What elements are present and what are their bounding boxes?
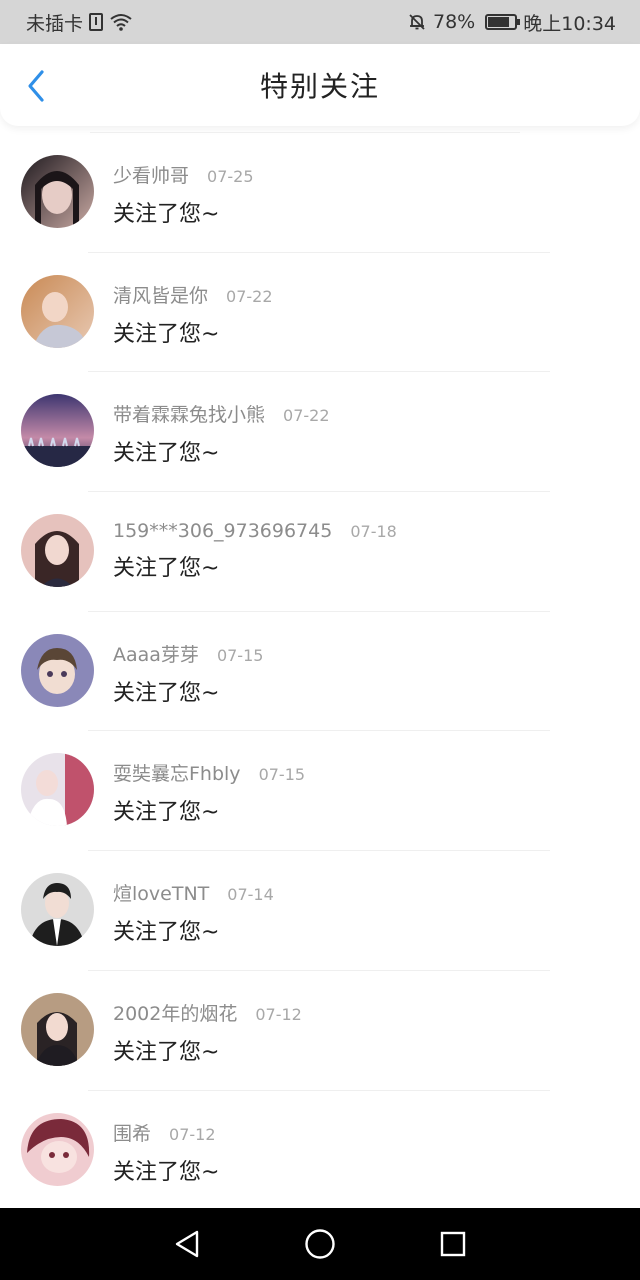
status-bar: 未插卡 78% 晚上10:34 (0, 0, 640, 44)
avatar[interactable] (21, 753, 94, 827)
follow-notification-list: 少看帅哥 07-25 关注了您~ 清风皆是你 07-22 关注了您~ 带着霖霖兔… (0, 132, 640, 1210)
list-item[interactable]: 159***306_973696745 07-18 关注了您~ (0, 492, 640, 612)
message: 关注了您~ (113, 556, 220, 582)
message: 关注了您~ (113, 441, 220, 467)
list-item[interactable]: 2002年的烟花 07-12 关注了您~ (0, 971, 640, 1091)
date: 07-18 (350, 522, 397, 542)
battery-text: 78% (433, 11, 476, 33)
avatar[interactable] (21, 394, 94, 468)
date: 07-22 (226, 286, 273, 306)
avatar[interactable] (21, 274, 94, 348)
date: 07-25 (207, 167, 254, 186)
date: 07-12 (169, 1124, 216, 1144)
user-name[interactable]: 耍奘曩忘Fhbly (113, 759, 241, 786)
list-item[interactable]: 煊loveTNT 07-14 关注了您~ (0, 851, 640, 971)
list-item[interactable]: 耍奘曩忘Fhbly 07-15 关注了您~ (0, 731, 640, 852)
message: 关注了您~ (113, 920, 220, 946)
clock-text: 晚上10:34 (523, 12, 616, 35)
avatar[interactable] (21, 873, 94, 947)
user-name[interactable]: Aaaa芽芽 (113, 640, 199, 667)
nav-back-button[interactable] (167, 1224, 207, 1264)
message: 关注了您~ (113, 1159, 220, 1185)
list-item[interactable]: Aaaa芽芽 07-15 关注了您~ (0, 612, 640, 732)
user-name[interactable]: 清风皆是你 (113, 281, 208, 308)
user-name[interactable]: 159***306_973696745 (113, 520, 332, 542)
page-title: 特别关注 (259, 70, 380, 103)
list-item[interactable]: 围希 07-12 关注了您~ (0, 1091, 640, 1211)
user-name[interactable]: 2002年的烟花 (113, 999, 237, 1026)
avatar[interactable] (21, 514, 94, 588)
circle-home-icon (305, 1229, 335, 1259)
triangle-back-icon (175, 1230, 198, 1258)
square-recents-icon (441, 1231, 466, 1257)
sim-alert-icon (89, 13, 104, 31)
message: 关注了您~ (113, 800, 220, 826)
user-name[interactable]: 少看帅哥 (113, 161, 189, 188)
date: 07-15 (216, 645, 264, 665)
message: 关注了您~ (113, 321, 220, 347)
user-name[interactable]: 围希 (113, 1119, 151, 1146)
user-name[interactable]: 带着霖霖兔找小熊 (113, 400, 265, 427)
list-item[interactable]: 少看帅哥 07-25 关注了您~ (0, 133, 640, 253)
date: 07-22 (283, 406, 330, 426)
avatar[interactable] (21, 1112, 94, 1186)
status-right: 78% 晚上10:34 (407, 9, 616, 36)
chevron-left-icon (28, 70, 44, 102)
avatar[interactable] (21, 155, 94, 228)
date: 07-14 (227, 885, 274, 905)
carrier-text: 未插卡 (26, 12, 84, 35)
wifi-icon (109, 13, 133, 31)
avatar[interactable] (21, 633, 94, 707)
avatar[interactable] (21, 992, 94, 1066)
nav-home-button[interactable] (300, 1224, 340, 1264)
message: 关注了您~ (113, 202, 220, 227)
battery-icon (485, 14, 521, 30)
date: 07-12 (255, 1004, 302, 1024)
list-item[interactable]: 带着霖霖兔找小熊 07-22 关注了您~ (0, 372, 640, 493)
back-button[interactable] (18, 68, 54, 104)
user-name[interactable]: 煊loveTNT (113, 879, 209, 906)
app-header: 特别关注 (0, 44, 640, 126)
message: 关注了您~ (113, 1039, 220, 1065)
bell-off-icon (407, 12, 427, 32)
status-left: 未插卡 (26, 9, 133, 36)
system-nav-bar (0, 1208, 640, 1280)
date: 07-15 (258, 765, 306, 785)
message: 关注了您~ (113, 680, 220, 706)
list-item[interactable]: 清风皆是你 07-22 关注了您~ (0, 253, 640, 373)
nav-recents-button[interactable] (433, 1224, 473, 1264)
